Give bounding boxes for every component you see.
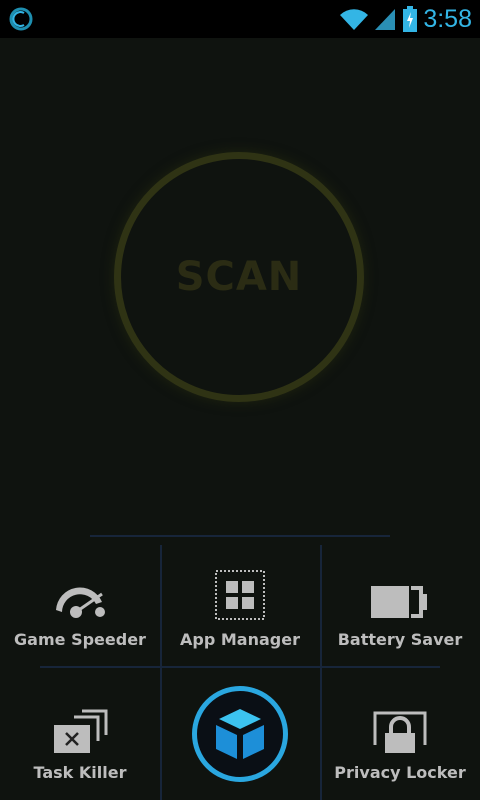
task-close-icon [54,709,108,753]
clock: 3:58 [423,4,472,33]
task-killer-button[interactable]: Task Killer [0,668,160,800]
cube-icon [216,709,264,759]
battery-icon [371,586,427,618]
cleaner-notification-icon [9,7,33,31]
battery-charging-icon [403,6,418,32]
scan-label: SCAN [175,254,303,300]
tool-label: Game Speeder [14,630,146,649]
scan-button[interactable]: SCAN [114,152,364,402]
wifi-icon [340,9,369,30]
speedometer-icon [56,587,105,618]
lock-icon [373,711,427,753]
tool-label: Task Killer [33,763,127,782]
signal-icon [375,9,396,30]
app-grid-icon [215,570,265,620]
app-manager-button[interactable]: App Manager [160,535,320,667]
center-cube-button[interactable] [192,686,288,782]
battery-saver-button[interactable]: Battery Saver [320,535,480,667]
privacy-locker-button[interactable]: Privacy Locker [320,668,480,800]
game-speeder-button[interactable]: Game Speeder [0,535,160,667]
tool-label: Privacy Locker [334,763,466,782]
status-bar: 3:58 [0,0,480,38]
tool-label: App Manager [180,630,300,649]
tool-label: Battery Saver [337,630,463,649]
